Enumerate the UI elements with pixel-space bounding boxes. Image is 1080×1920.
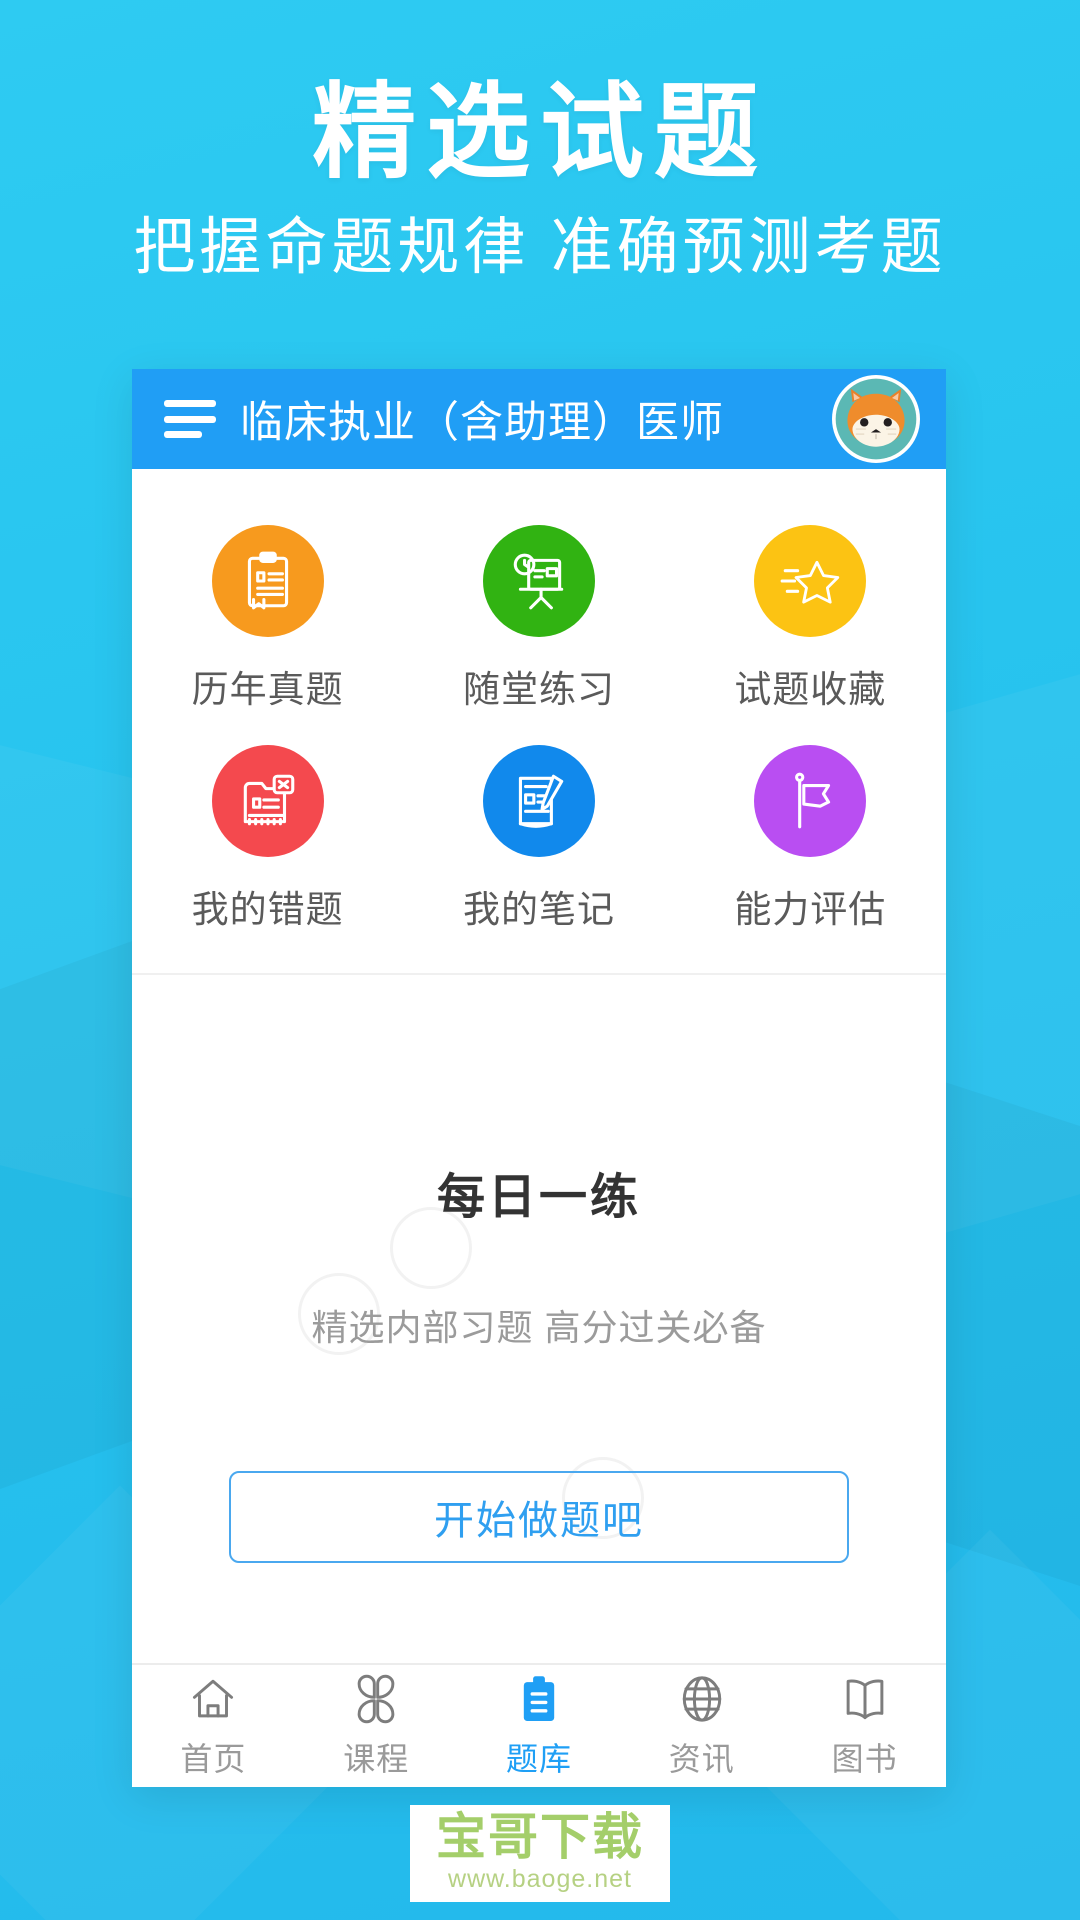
nav-item-label: 首页 [180, 1741, 247, 1777]
daily-practice-subtitle: 精选内部习题 高分过关必备 [311, 1307, 767, 1348]
watermark-url: www.baoge.net [448, 1865, 632, 1893]
grid-bubble [482, 525, 595, 637]
grid-item-class-practice[interactable]: 随堂练习 [403, 507, 674, 727]
grid-item-favorites[interactable]: 试题收藏 [675, 507, 946, 727]
feature-grid: 历年真题 随堂练习 试题收藏 我的错题 我的笔记 能力评估 [132, 469, 946, 975]
globe-news-icon [675, 1672, 729, 1726]
watermark-title: 宝哥下载 [436, 1808, 644, 1865]
feature-grid-row: 我的错题 我的笔记 能力评估 [132, 727, 946, 947]
folder-wrong-icon [235, 768, 301, 834]
hamburger-menu-icon[interactable] [164, 400, 216, 438]
nav-item-label: 题库 [505, 1741, 572, 1777]
nav-item-label: 资讯 [668, 1741, 735, 1777]
star-favorite-icon [777, 548, 843, 614]
grid-item-label: 能力评估 [734, 889, 887, 930]
notebook-pencil-icon [506, 768, 572, 834]
grid-item-wrong-questions[interactable]: 我的错题 [132, 727, 403, 947]
promo-text-block: 精选试题 把握命题规律 准确预测考题 [0, 72, 1080, 286]
promo-subtitle: 把握命题规律 准确预测考题 [133, 212, 947, 282]
grid-bubble [754, 745, 867, 857]
four-petals-course-icon [349, 1672, 403, 1726]
grid-bubble [211, 745, 324, 857]
grid-item-my-notes[interactable]: 我的笔记 [403, 727, 674, 947]
grid-item-label: 试题收藏 [734, 669, 887, 710]
grid-item-label: 我的错题 [191, 889, 344, 930]
nav-item-home[interactable]: 首页 [132, 1665, 295, 1787]
promo-title: 精选试题 [311, 75, 768, 191]
start-practice-button[interactable]: 开始做题吧 [229, 1471, 849, 1563]
app-screenshot-card: 临床执业（含助理）医师 历年真题 随堂练习 试题收藏 我的错题 我的笔记 能力评… [132, 369, 946, 1787]
daily-practice-section: 每日一练 精选内部习题 高分过关必备 开始做题吧 [132, 975, 946, 1663]
flag-assessment-icon [777, 768, 843, 834]
daily-practice-title: 每日一练 [436, 1171, 641, 1224]
open-book-icon [838, 1672, 892, 1726]
grid-item-label: 我的笔记 [462, 889, 615, 930]
app-bar: 临床执业（含助理）医师 [132, 369, 946, 469]
grid-item-label: 随堂练习 [462, 669, 615, 710]
nav-item-books[interactable]: 图书 [783, 1665, 946, 1787]
grid-item-past-exams[interactable]: 历年真题 [132, 507, 403, 727]
nav-item-question-bank[interactable]: 题库 [458, 1665, 621, 1787]
watermark: 宝哥下载 www.baoge.net [0, 1804, 1080, 1902]
bottom-navigation: 首页 课程 题库 资讯 图书 [132, 1663, 946, 1787]
nav-item-news[interactable]: 资讯 [620, 1665, 783, 1787]
grid-bubble [482, 745, 595, 857]
grid-bubble [754, 525, 867, 637]
clipboard-book-icon [235, 548, 301, 614]
grid-bubble [211, 525, 324, 637]
nav-item-courses[interactable]: 课程 [295, 1665, 458, 1787]
app-bar-title: 临床执业（含助理）医师 [240, 399, 724, 447]
fox-avatar-icon[interactable] [832, 375, 920, 463]
clipboard-questionbank-icon [512, 1672, 566, 1726]
presentation-clock-icon [506, 548, 572, 614]
nav-item-label: 图书 [831, 1741, 898, 1777]
home-icon [186, 1672, 240, 1726]
feature-grid-row: 历年真题 随堂练习 试题收藏 [132, 507, 946, 727]
grid-item-label: 历年真题 [191, 669, 344, 710]
nav-item-label: 课程 [343, 1741, 410, 1777]
watermark-box: 宝哥下载 www.baoge.net [410, 1804, 670, 1902]
grid-item-ability-assessment[interactable]: 能力评估 [675, 727, 946, 947]
